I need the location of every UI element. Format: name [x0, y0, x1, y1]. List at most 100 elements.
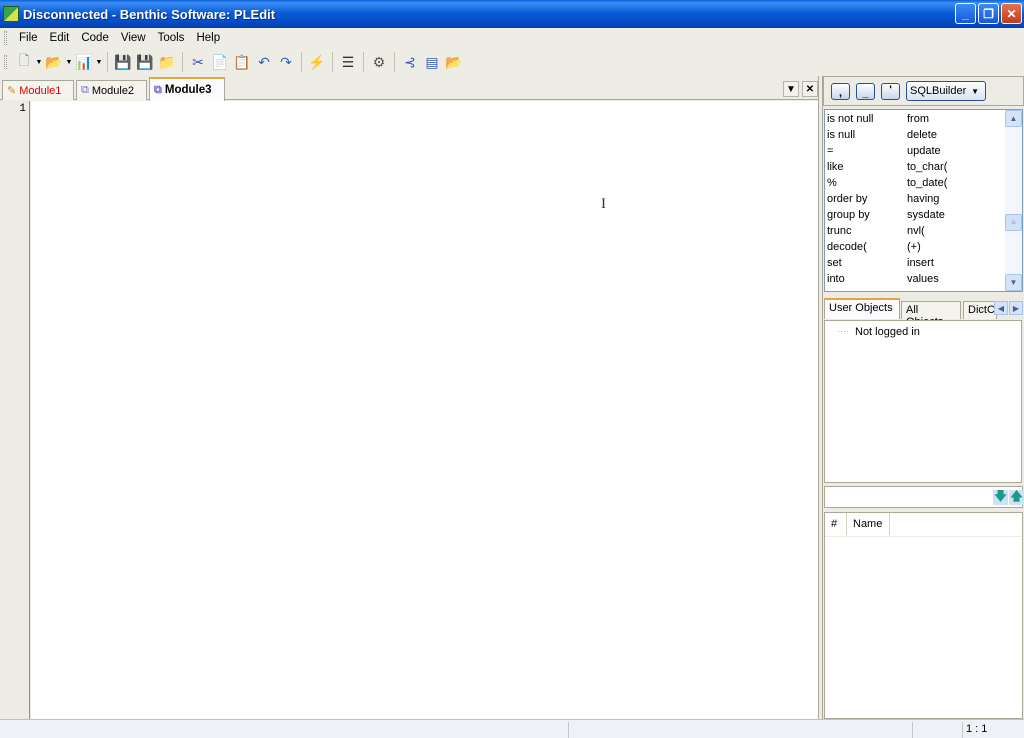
- sql-mode-select[interactable]: SQLBuilder ▼: [906, 81, 986, 101]
- keyword[interactable]: order by: [827, 193, 907, 209]
- keyword[interactable]: trunc: [827, 225, 907, 241]
- open-dropdown-icon[interactable]: ▼: [65, 51, 73, 73]
- module-icon: ⧉: [81, 84, 89, 96]
- keyword[interactable]: =: [827, 145, 907, 161]
- keyword[interactable]: like: [827, 161, 907, 177]
- tab-scroll-right-icon[interactable]: ▶: [1009, 301, 1023, 315]
- keyword[interactable]: %: [827, 177, 907, 193]
- tab-module2[interactable]: ⧉ Module2: [76, 80, 147, 100]
- list-item: % to_date(: [827, 177, 947, 193]
- gears-icon[interactable]: ⚙: [368, 51, 390, 73]
- status-separator: [568, 722, 569, 738]
- new-dropdown-icon[interactable]: ▼: [35, 51, 43, 73]
- keyword[interactable]: having: [907, 193, 939, 209]
- keyword[interactable]: sysdate: [907, 209, 945, 225]
- keyword[interactable]: is null: [827, 129, 907, 145]
- sql-mode-value: SQLBuilder: [910, 85, 967, 97]
- folder-edit-icon[interactable]: 📂: [443, 51, 465, 73]
- insert-quote-button[interactable]: ': [881, 82, 900, 100]
- status-bar: 1 : 1: [0, 719, 1024, 738]
- close-tab-button[interactable]: ✕: [802, 81, 818, 97]
- keyword[interactable]: update: [907, 145, 941, 161]
- scroll-thumb[interactable]: ≡: [1005, 214, 1022, 231]
- keyword[interactable]: (+): [907, 241, 921, 257]
- save-all-icon[interactable]: 💾: [134, 51, 156, 73]
- tab-all-objects[interactable]: All Objects: [901, 301, 961, 328]
- keyword[interactable]: is not null: [827, 113, 907, 129]
- document-icon[interactable]: ☰: [337, 51, 359, 73]
- keyword[interactable]: set: [827, 257, 907, 273]
- column-header-name[interactable]: Name: [847, 513, 890, 535]
- tab-label: Module3: [164, 84, 212, 96]
- menu-tools[interactable]: Tools: [152, 32, 191, 44]
- tab-label: Module1: [19, 84, 62, 97]
- save-icon[interactable]: 💾: [112, 51, 134, 73]
- keyword[interactable]: insert: [907, 257, 934, 273]
- move-up-icon[interactable]: 🡅: [1009, 489, 1024, 505]
- keyword[interactable]: to_char(: [907, 161, 947, 177]
- toolbar-separator: [363, 52, 364, 72]
- restore-button[interactable]: ❐: [978, 3, 999, 24]
- tab-user-objects[interactable]: User Objects: [824, 298, 900, 319]
- move-down-icon[interactable]: 🡇: [993, 489, 1008, 505]
- scroll-up-icon[interactable]: ▲: [1005, 110, 1022, 127]
- column-header-number[interactable]: #: [825, 513, 847, 535]
- tab-list-dropdown-button[interactable]: ▼: [783, 81, 799, 97]
- toolbar-separator: [301, 52, 302, 72]
- keyword[interactable]: values: [907, 273, 939, 289]
- document-area: ✎ Module1 ⧉ Module2 ⧉ Module3 ▼ ✕ 1 I: [0, 76, 820, 719]
- menu-bar: File Edit Code View Tools Help: [0, 28, 1024, 48]
- keyword[interactable]: to_date(: [907, 177, 947, 193]
- window-title: Disconnected - Benthic Software: PLEdit: [23, 6, 276, 22]
- keyword[interactable]: from: [907, 113, 929, 129]
- object-tabs: User Objects All Objects DictC ◀ ▶: [823, 298, 1024, 328]
- keyword[interactable]: group by: [827, 209, 907, 225]
- cut-icon[interactable]: ✂: [187, 51, 209, 73]
- new-file-icon[interactable]: 🗋: [13, 51, 35, 73]
- chart-dropdown-icon[interactable]: ▼: [95, 51, 103, 73]
- code-editor[interactable]: I: [31, 101, 818, 719]
- keyword[interactable]: into: [827, 273, 907, 289]
- tree-icon[interactable]: ⊰: [399, 51, 421, 73]
- keyword[interactable]: decode(: [827, 241, 907, 257]
- line-number-gutter: 1: [0, 101, 30, 719]
- status-separator: [962, 722, 963, 738]
- toolbar-separator: [394, 52, 395, 72]
- menu-edit[interactable]: Edit: [44, 32, 76, 44]
- insert-comma-button[interactable]: ,: [831, 82, 850, 100]
- chart-icon[interactable]: 📊: [73, 51, 95, 73]
- scroll-down-icon[interactable]: ▼: [1005, 274, 1022, 291]
- menu-help[interactable]: Help: [190, 32, 226, 44]
- paste-icon[interactable]: 📋: [231, 51, 253, 73]
- open-folder-icon[interactable]: 📂: [43, 51, 65, 73]
- menu-view[interactable]: View: [115, 32, 152, 44]
- tab-scroll-left-icon[interactable]: ◀: [994, 301, 1008, 315]
- menu-code[interactable]: Code: [75, 32, 115, 44]
- redo-icon[interactable]: ↷: [275, 51, 297, 73]
- copy-icon[interactable]: 📄: [209, 51, 231, 73]
- main-toolbar: 🗋 ▼ 📂 ▼ 📊 ▼ 💾 💾 📁 ✂ 📄 📋 ↶ ↷ ⚡ ☰ ⚙ ⊰ ▤ 📂: [0, 48, 1024, 76]
- sql-builder-toolbar: , _ ' SQLBuilder ▼: [823, 76, 1024, 106]
- minimize-button[interactable]: _: [955, 3, 976, 24]
- insert-underscore-button[interactable]: _: [856, 82, 875, 100]
- tab-label: Module2: [91, 84, 135, 97]
- keyword[interactable]: nvl(: [907, 225, 925, 241]
- keyword-scrollbar[interactable]: ▲ ≡ ▼: [1005, 110, 1022, 291]
- close-button[interactable]: ✕: [1001, 3, 1022, 24]
- sql-keyword-list[interactable]: is not null from is null delete = update li…: [824, 109, 1023, 292]
- tab-module3[interactable]: ⧉ Module3: [149, 77, 225, 101]
- tree-item-status[interactable]: Not logged in: [855, 326, 920, 338]
- filter-input[interactable]: 🡇 🡅: [824, 486, 1024, 508]
- toolbar-separator: [332, 52, 333, 72]
- list-item: trunc nvl(: [827, 225, 925, 241]
- keyword[interactable]: delete: [907, 129, 937, 145]
- form-icon[interactable]: ▤: [421, 51, 443, 73]
- toolbar-separator: [107, 52, 108, 72]
- tab-dictionary[interactable]: DictC: [963, 301, 997, 319]
- menu-file[interactable]: File: [13, 32, 44, 44]
- object-tree[interactable]: ···· Not logged in: [824, 320, 1022, 483]
- tab-module1[interactable]: ✎ Module1: [2, 80, 74, 100]
- execute-icon[interactable]: ⚡: [306, 51, 328, 73]
- open-project-icon[interactable]: 📁: [156, 51, 178, 73]
- undo-icon[interactable]: ↶: [253, 51, 275, 73]
